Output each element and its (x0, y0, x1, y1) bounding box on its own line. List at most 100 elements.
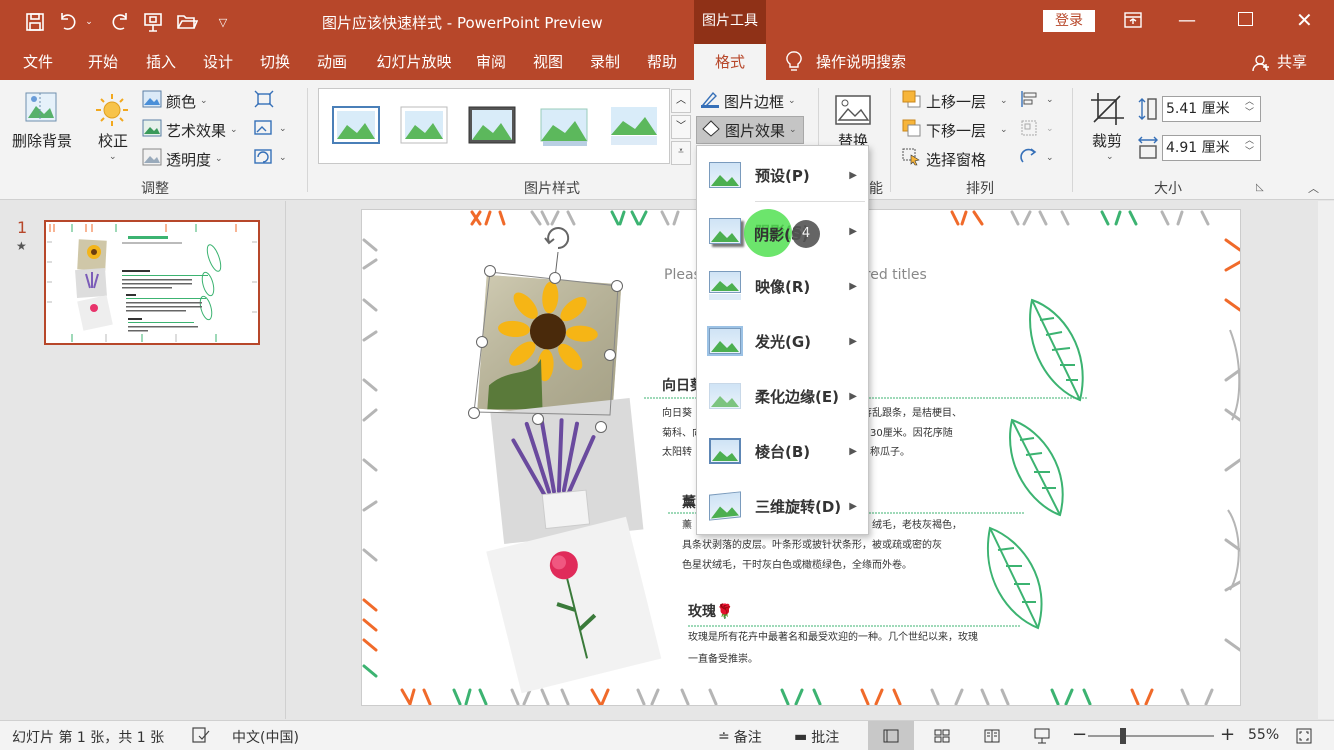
section-text[interactable]: 向日葵 (662, 404, 692, 424)
tab-file[interactable]: 文件 (16, 44, 60, 80)
rotate-icon[interactable]: ⌄ (1020, 148, 1056, 170)
section-text[interactable]: 蒋乱跟条，是桔梗目、 (862, 404, 962, 424)
gallery-scroll-up-icon[interactable]: ︿ (671, 89, 691, 113)
resize-handle[interactable] (476, 336, 488, 348)
section-text[interactable]: 30厘米。因花序随 (870, 424, 953, 444)
slide-sorter-icon[interactable] (934, 729, 950, 747)
section-text[interactable]: 具条状剥落的皮层。叶条形或披针状条形，被或疏或密的灰 (682, 536, 942, 556)
section-text[interactable]: 薰 (682, 516, 692, 536)
undo-dropdown-icon[interactable]: ⌄ (82, 9, 96, 35)
style-thumbnail[interactable] (467, 103, 517, 147)
normal-view-button[interactable] (868, 721, 914, 750)
height-spinner-icon[interactable]: ︿ ﹀ (1245, 97, 1254, 119)
fit-to-window-icon[interactable] (1296, 728, 1312, 748)
style-thumbnail[interactable] (399, 103, 449, 147)
tab-help[interactable]: 帮助 (639, 44, 685, 80)
customize-icon[interactable]: ▽ (210, 9, 236, 35)
remove-background-button[interactable]: 删除背景 (12, 130, 72, 151)
resize-handle[interactable] (549, 272, 561, 284)
send-backward-button[interactable]: 下移一层 ⌄ (902, 119, 1008, 141)
zoom-slider[interactable] (1088, 735, 1214, 737)
section-text[interactable]: 绒毛，老枝灰褐色， (872, 516, 962, 536)
ribbon-display-options-icon[interactable] (1124, 12, 1142, 32)
redo-icon[interactable] (106, 9, 132, 35)
undo-icon[interactable] (56, 9, 82, 35)
resize-handle[interactable] (532, 413, 544, 425)
section-heading[interactable]: 玫瑰🌹 (688, 601, 733, 621)
crop-icon[interactable] (1090, 92, 1126, 130)
notes-button[interactable]: ≐ 备注 (718, 727, 762, 747)
style-thumbnail[interactable] (609, 103, 659, 147)
change-picture-icon[interactable]: ⌄ (254, 119, 288, 141)
gallery-scroll-down-icon[interactable]: ﹀ (671, 115, 691, 139)
close-icon[interactable]: ✕ (1296, 8, 1313, 32)
selection-pane-button[interactable]: 选择窗格 (902, 148, 986, 170)
tell-me-search[interactable]: 操作说明搜索 (816, 44, 916, 80)
menu-item-soft-edges[interactable]: 柔化边缘(E) ▶ (697, 369, 869, 424)
compress-pictures-icon[interactable] (254, 90, 274, 112)
maximize-icon[interactable] (1238, 12, 1253, 26)
tab-transitions[interactable]: 切换 (252, 44, 298, 80)
reset-picture-icon[interactable]: ⌄ (254, 148, 288, 170)
bring-forward-button[interactable]: 上移一层 ⌄ (902, 90, 1008, 112)
language[interactable]: 中文(中国) (232, 727, 299, 747)
zoom-level[interactable]: 55% (1248, 727, 1279, 743)
crop-button[interactable]: 裁剪 (1092, 130, 1122, 151)
section-heading[interactable]: 薰 (682, 492, 696, 512)
gallery-more-icon[interactable]: ⩡ (671, 141, 691, 165)
color-button[interactable]: 颜色 ⌄ (142, 90, 208, 112)
size-dialog-launcher-icon[interactable]: ◺ (1256, 182, 1264, 193)
tab-insert[interactable]: 插入 (138, 44, 184, 80)
menu-item-preset[interactable]: 预设(P) ▶ (697, 148, 869, 203)
tab-slideshow[interactable]: 幻灯片放映 (366, 44, 462, 80)
minimize-icon[interactable]: — (1178, 10, 1196, 31)
zoom-slider-thumb[interactable] (1120, 728, 1126, 744)
resize-handle[interactable] (611, 280, 623, 292)
style-thumbnail[interactable] (539, 103, 589, 147)
open-icon[interactable] (174, 9, 200, 35)
crop-dropdown-icon[interactable]: ⌄ (1106, 152, 1114, 162)
resize-handle[interactable] (484, 265, 496, 277)
zoom-in-icon[interactable]: + (1220, 724, 1235, 745)
alt-text-icon[interactable] (834, 94, 872, 132)
tab-design[interactable]: 设计 (195, 44, 241, 80)
login-button[interactable]: 登录 (1043, 10, 1095, 32)
tab-record[interactable]: 录制 (582, 44, 628, 80)
save-icon[interactable] (22, 9, 48, 35)
corrections-button[interactable]: 校正 (98, 130, 128, 151)
tab-animations[interactable]: 动画 (309, 44, 355, 80)
section-text[interactable]: 色星状绒毛，干时灰白色或橄榄绿色，全缘而外卷。 (682, 556, 912, 576)
picture-effects-button[interactable]: 图片效果 ⌄ (696, 116, 804, 144)
resize-handle[interactable] (604, 349, 616, 361)
resize-handle[interactable] (595, 421, 607, 433)
artistic-effects-button[interactable]: 艺术效果 ⌄ (142, 119, 238, 141)
vertical-scrollbar[interactable] (1318, 201, 1334, 719)
reading-view-icon[interactable] (984, 729, 1000, 747)
remove-background-icon[interactable] (22, 90, 62, 126)
menu-item-glow[interactable]: 发光(G) ▶ (697, 314, 869, 369)
corrections-dropdown-icon[interactable]: ⌄ (109, 152, 117, 162)
menu-item-bevel[interactable]: 棱台(B) ▶ (697, 424, 869, 479)
accessibility-check-icon[interactable] (192, 727, 210, 747)
tab-view[interactable]: 视图 (525, 44, 571, 80)
comments-button[interactable]: ▬ 批注 (794, 727, 839, 747)
picture-border-button[interactable]: 图片边框 ⌄ (700, 90, 796, 112)
tab-format[interactable]: 格式 (694, 44, 766, 80)
section-text[interactable]: 一直备受推崇。 (688, 650, 758, 670)
zoom-out-icon[interactable]: − (1072, 724, 1087, 745)
section-text[interactable]: 太阳转 (662, 443, 692, 463)
menu-item-3d-rotation[interactable]: 三维旋转(D) ▶ (697, 479, 869, 534)
resize-handle[interactable] (468, 407, 480, 419)
tab-home[interactable]: 开始 (80, 44, 126, 80)
style-thumbnail[interactable] (331, 103, 381, 147)
align-icon[interactable]: ⌄ (1020, 90, 1056, 112)
section-text[interactable]: 称瓜子。 (870, 443, 910, 463)
corrections-icon[interactable] (94, 92, 130, 132)
transparency-button[interactable]: 透明度 ⌄ (142, 148, 223, 170)
width-spinner-icon[interactable]: ︿ ﹀ (1245, 136, 1254, 158)
section-text[interactable]: 玫瑰是所有花卉中最著名和最受欢迎的一种。几个世纪以来，玫瑰 (688, 628, 978, 648)
menu-item-reflection[interactable]: 映像(R) ▶ (697, 259, 869, 314)
collapse-ribbon-icon[interactable]: ︿ (1308, 180, 1319, 196)
tab-review[interactable]: 审阅 (468, 44, 514, 80)
share-button[interactable]: 共享 (1272, 44, 1312, 80)
